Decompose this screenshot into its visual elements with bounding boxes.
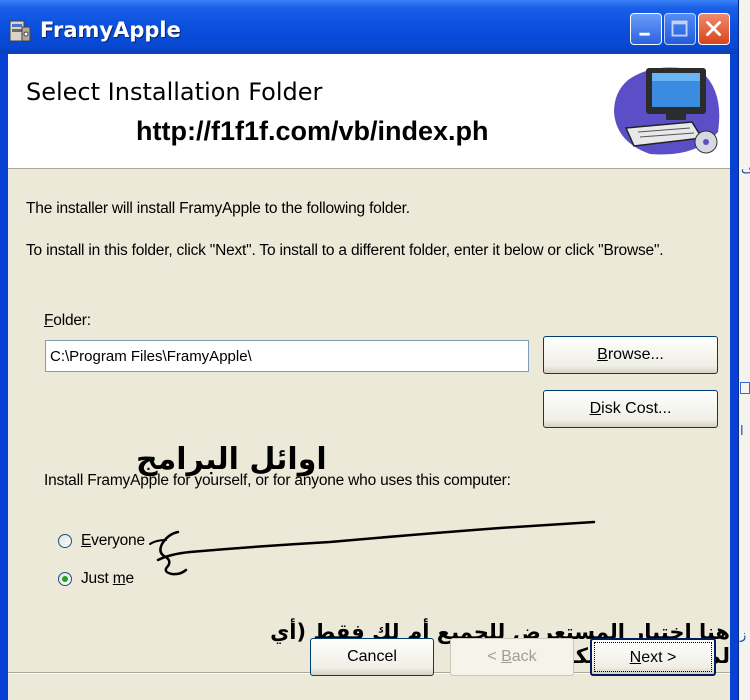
disk-cost-label: isk Cost... xyxy=(601,400,672,417)
radio-just-me-label[interactable]: Just me xyxy=(81,570,134,588)
background-glyph: ف xyxy=(741,162,750,177)
installer-app-icon xyxy=(9,20,31,42)
radio-just-me[interactable] xyxy=(58,572,72,586)
close-icon xyxy=(706,21,722,37)
maximize-button[interactable] xyxy=(664,13,696,45)
folder-path-input[interactable] xyxy=(45,340,529,372)
page-title: Select Installation Folder xyxy=(26,78,323,106)
just-me-label-rest: e xyxy=(125,570,134,587)
browse-label: rowse... xyxy=(607,346,664,363)
back-prefix: < xyxy=(487,648,502,665)
install-for-text: Install FramyApple for yourself, or for … xyxy=(44,472,511,489)
radio-everyone-label[interactable]: Everyone xyxy=(81,532,145,550)
folder-label: Folder: xyxy=(44,312,91,330)
instructions-text: To install in this folder, click "Next".… xyxy=(26,242,664,259)
everyone-label-rest: veryone xyxy=(91,532,145,549)
next-mnemonic: N xyxy=(629,649,642,666)
dialog-body: Select Installation Folder http://f1f1f.… xyxy=(8,54,730,700)
just-me-mnemonic: m xyxy=(112,570,126,587)
installer-window: FramyApple Select Installation Folder ht… xyxy=(0,0,739,700)
cancel-button[interactable]: Cancel xyxy=(310,638,434,676)
header-banner: Select Installation Folder http://f1f1f.… xyxy=(8,54,730,169)
browse-button[interactable]: Browse... xyxy=(543,336,718,374)
minimize-button[interactable] xyxy=(630,13,662,45)
everyone-mnemonic: E xyxy=(81,532,92,549)
radio-selected-dot xyxy=(62,576,68,582)
folder-label-rest: older: xyxy=(53,312,91,329)
disk-cost-mnemonic: D xyxy=(589,400,602,417)
window-title: FramyApple xyxy=(40,18,181,42)
computer-install-icon xyxy=(614,67,720,155)
overlay-url-text: http://f1f1f.com/vb/index.ph xyxy=(136,116,489,146)
browse-mnemonic: B xyxy=(597,346,608,363)
maximize-icon xyxy=(671,20,688,37)
back-button[interactable]: < Back xyxy=(450,638,574,676)
disk-cost-button[interactable]: Disk Cost... xyxy=(543,390,718,428)
background-glyph xyxy=(740,382,750,394)
back-mnemonic: B xyxy=(501,648,512,665)
just-me-label-first: Just xyxy=(81,570,113,587)
back-label-rest: ack xyxy=(511,648,537,665)
background-glyph: ا xyxy=(740,424,744,439)
background-glyph: ز xyxy=(740,628,747,643)
next-button[interactable]: Next > xyxy=(590,638,716,676)
background-app-strip xyxy=(738,0,750,700)
minimize-icon xyxy=(639,32,650,36)
cancel-label: Cancel xyxy=(347,648,397,665)
radio-everyone[interactable] xyxy=(58,534,72,548)
next-label-rest: ext > xyxy=(641,649,677,666)
folder-label-mnemonic: F xyxy=(44,312,54,329)
intro-text: The installer will install FramyApple to… xyxy=(26,200,410,217)
title-bar[interactable]: FramyApple xyxy=(0,0,738,54)
close-button[interactable] xyxy=(698,13,730,45)
